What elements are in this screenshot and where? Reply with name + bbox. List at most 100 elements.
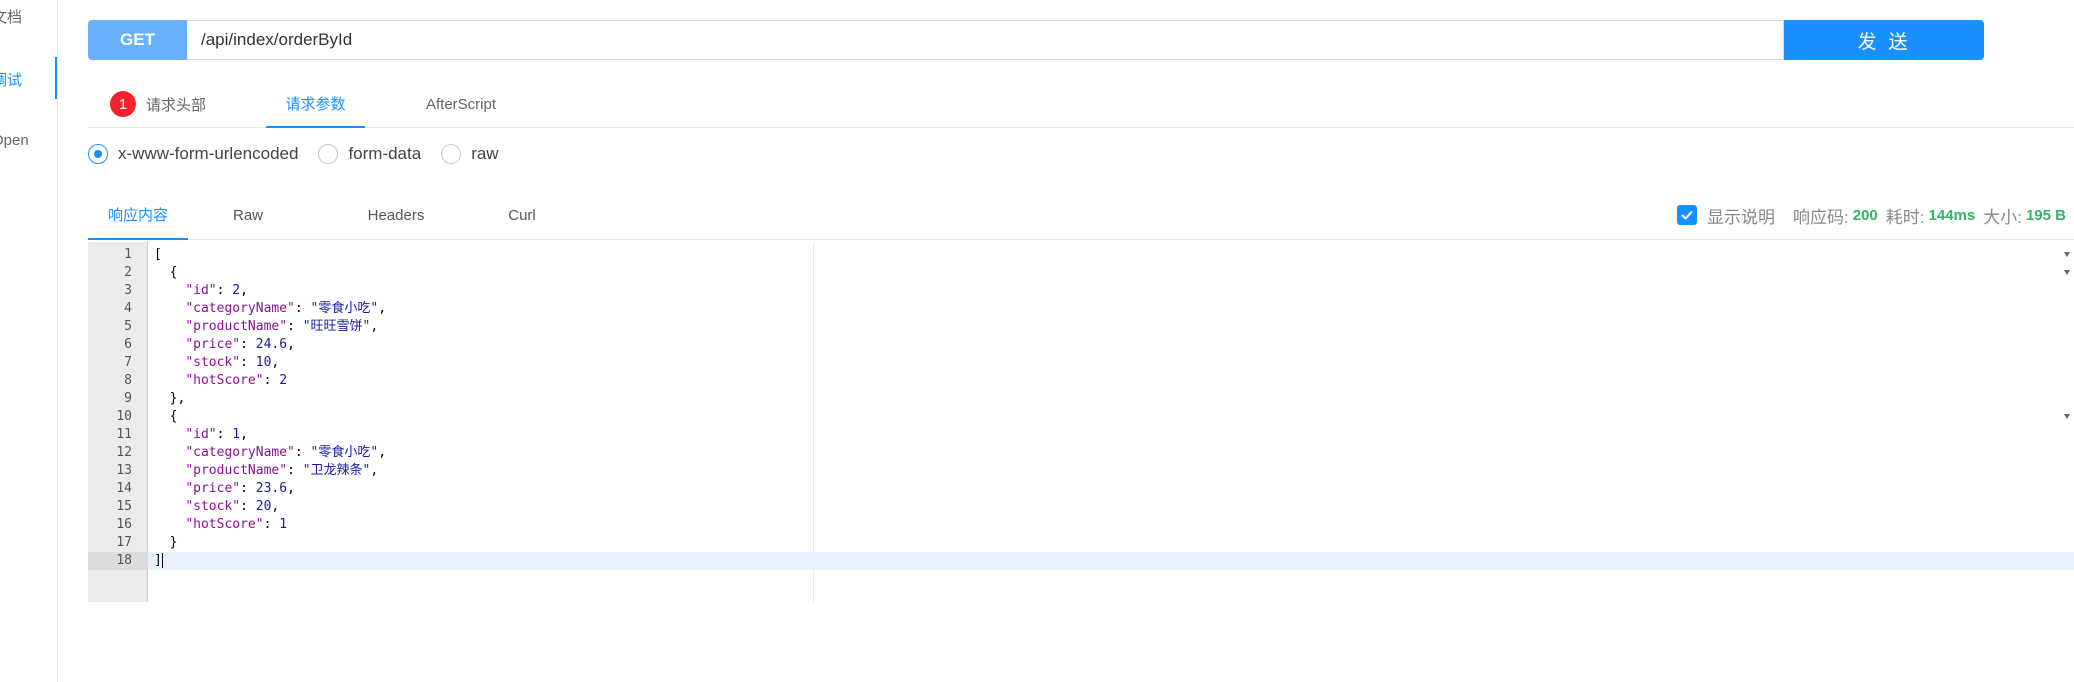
code-text: } xyxy=(154,535,178,550)
radio-x-www-form-urlencoded[interactable]: x-www-form-urlencoded xyxy=(88,144,298,164)
url-input[interactable] xyxy=(187,20,1784,60)
line-number: 18 xyxy=(88,552,148,570)
tab-label: 请求头部 xyxy=(146,96,207,114)
radio-label: raw xyxy=(471,144,499,163)
line-number: 13 xyxy=(116,463,132,478)
tab-label: Raw xyxy=(232,206,263,224)
line-number: 17 xyxy=(116,535,132,550)
code-text: ] xyxy=(154,553,163,568)
sidebar-item-docs[interactable]: 文档 xyxy=(0,6,57,27)
line-number: 6 xyxy=(124,337,132,352)
radio-unchecked-icon xyxy=(318,144,339,164)
line-number: 5 xyxy=(124,319,132,334)
fold-arrow-icon[interactable] xyxy=(2064,252,2070,257)
code-text: "id": 1, xyxy=(185,427,248,442)
line-number: 9 xyxy=(124,391,132,406)
response-tabs: 响应内容 Raw Headers Curl 显示说明 响应码: 200 耗时: … xyxy=(88,190,2074,240)
editor-line[interactable]: 14 "price": 23.6, xyxy=(88,480,2074,498)
http-method-badge[interactable]: GET xyxy=(88,20,187,60)
editor-line[interactable]: 5 "productName": "旺旺雪饼", xyxy=(88,318,2074,336)
sidebar-item-label: 文档 xyxy=(0,9,23,26)
line-number: 12 xyxy=(116,445,132,460)
line-number: 2 xyxy=(124,265,132,280)
radio-form-data[interactable]: form-data xyxy=(318,144,421,164)
code-text: [ xyxy=(154,247,162,262)
line-number: 14 xyxy=(116,481,132,496)
tab-label: 请求参数 xyxy=(285,95,346,113)
editor-line[interactable]: 12 "categoryName": "零食小吃", xyxy=(88,444,2074,462)
fold-arrow-icon[interactable] xyxy=(2064,414,2070,419)
request-url-bar: GET 发 送 xyxy=(88,20,1984,60)
tab-label: 响应内容 xyxy=(107,206,168,224)
response-info: 显示说明 响应码: 200 耗时: 144ms 大小: 195 B xyxy=(1677,190,2066,240)
line-number: 16 xyxy=(116,517,132,532)
code-text: "categoryName": "零食小吃", xyxy=(185,301,387,316)
response-size-label: 大小: xyxy=(1983,207,2022,227)
code-text: "hotScore": 2 xyxy=(185,373,288,388)
editor-line[interactable]: 16 "hotScore": 1 xyxy=(88,516,2074,534)
editor-line[interactable]: 4 "categoryName": "零食小吃", xyxy=(88,300,2074,318)
tab-response-headers[interactable]: Headers xyxy=(351,190,441,240)
editor-line[interactable]: 7 "stock": 10, xyxy=(88,354,2074,372)
line-number: 15 xyxy=(116,499,132,514)
checkmark-icon xyxy=(1681,210,1693,220)
radio-checked-icon xyxy=(88,144,108,164)
editor-line[interactable]: 9 }, xyxy=(88,390,2074,408)
code-text: "stock": 10, xyxy=(185,355,280,370)
text-cursor xyxy=(161,553,163,568)
line-number: 4 xyxy=(124,301,132,316)
line-number: 8 xyxy=(124,373,132,388)
sidebar: 文档 调试 Open xyxy=(0,0,58,682)
line-number: 3 xyxy=(124,283,132,298)
radio-label: form-data xyxy=(348,144,422,163)
tab-response-curl[interactable]: Curl xyxy=(492,190,552,240)
tab-request-params[interactable]: 请求参数 xyxy=(266,80,365,128)
response-size-value: 195 B xyxy=(2025,206,2066,224)
editor-line[interactable]: 18] xyxy=(88,552,2074,570)
tab-response-raw[interactable]: Raw xyxy=(213,190,283,240)
line-number: 1 xyxy=(124,247,132,262)
code-text: "productName": "卫龙辣条", xyxy=(185,463,379,478)
elapsed-time-value: 144ms xyxy=(1928,206,1976,224)
sidebar-item-open[interactable]: Open xyxy=(0,132,57,149)
editor-line[interactable]: 6 "price": 24.6, xyxy=(88,336,2074,354)
code-text: "id": 2, xyxy=(185,283,248,298)
show-description-label[interactable]: 显示说明 xyxy=(1707,203,1775,228)
sidebar-item-debug[interactable]: 调试 xyxy=(0,69,57,90)
body-type-radio-group: x-www-form-urlencoded form-data raw xyxy=(88,142,519,166)
tab-response-content[interactable]: 响应内容 xyxy=(88,190,188,240)
send-button[interactable]: 发 送 xyxy=(1784,20,1984,60)
tab-after-script[interactable]: AfterScript xyxy=(426,80,496,128)
response-code-editor[interactable]: 1[2 {3 "id": 2, 4 "categoryName": "零食小吃",… xyxy=(88,242,2074,602)
tab-request-headers[interactable]: 1 请求头部 xyxy=(110,80,206,128)
editor-line[interactable]: 3 "id": 2, xyxy=(88,282,2074,300)
elapsed-time-label: 耗时: xyxy=(1885,207,1925,227)
code-text: "stock": 20, xyxy=(185,499,280,514)
line-number: 11 xyxy=(116,427,132,442)
code-text: { xyxy=(154,265,178,280)
radio-raw[interactable]: raw xyxy=(441,144,499,164)
header-count-badge: 1 xyxy=(110,91,136,117)
editor-line[interactable]: 15 "stock": 20, xyxy=(88,498,2074,516)
show-description-checkbox[interactable] xyxy=(1677,205,1698,225)
code-text: "productName": "旺旺雪饼", xyxy=(185,319,379,334)
sidebar-item-label: 调试 xyxy=(0,72,23,89)
tab-label: Curl xyxy=(508,206,536,224)
status-code-value: 200 xyxy=(1852,206,1878,224)
radio-unchecked-icon xyxy=(441,144,462,164)
tab-label: AfterScript xyxy=(426,95,497,113)
fold-arrow-icon[interactable] xyxy=(2064,270,2070,275)
line-number: 10 xyxy=(116,409,132,424)
editor-line[interactable]: 11 "id": 1, xyxy=(88,426,2074,444)
editor-line[interactable]: 13 "productName": "卫龙辣条", xyxy=(88,462,2074,480)
tab-label: Headers xyxy=(367,206,425,224)
editor-line[interactable]: 2 { xyxy=(88,264,2074,282)
editor-line[interactable]: 8 "hotScore": 2 xyxy=(88,372,2074,390)
request-tabs: 1 请求头部 请求参数 AfterScript xyxy=(88,80,2074,128)
editor-line[interactable]: 1[ xyxy=(88,246,2074,264)
editor-line[interactable]: 10 { xyxy=(88,408,2074,426)
code-text: "price": 23.6, xyxy=(185,481,295,496)
status-code-label: 响应码: xyxy=(1793,207,1849,227)
editor-line[interactable]: 17 } xyxy=(88,534,2074,552)
code-text: { xyxy=(154,409,178,424)
